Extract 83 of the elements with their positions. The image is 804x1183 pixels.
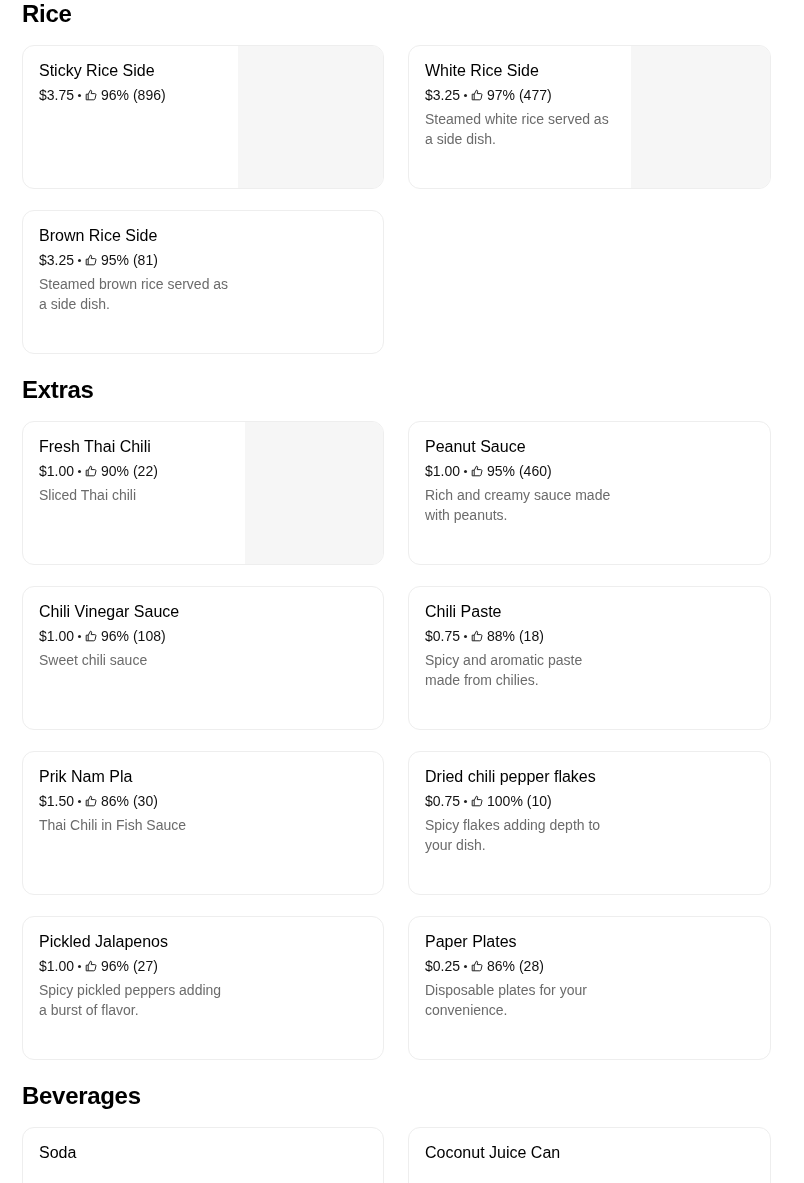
separator-dot [464, 634, 468, 638]
rating-text: 86% (30) [101, 792, 158, 811]
menu-item-card[interactable]: Coconut Juice Can [408, 1127, 771, 1183]
item-price: $0.75 [425, 792, 461, 811]
separator-dot [464, 964, 468, 968]
menu-item-card[interactable]: Chili Vinegar Sauce $1.00 96% (108) Sweet chili sauce [22, 586, 384, 730]
item-name: Pickled Jalapenos [39, 932, 169, 952]
separator-dot [78, 258, 82, 262]
item-price: $1.00 [39, 957, 75, 976]
item-name: Sticky Rice Side [39, 61, 156, 81]
thumbs-up-icon [471, 630, 484, 642]
separator-dot [464, 469, 468, 473]
separator-dot [78, 93, 82, 97]
thumbs-up-icon [471, 960, 484, 972]
menu-item-card[interactable]: Dried chili pepper flakes $0.75 100% (10) Spicy flakes adding depth to your dish. [408, 751, 771, 895]
rating-text: 96% (896) [101, 86, 166, 105]
menu-item-card[interactable]: Pickled Jalapenos $1.00 96% (27) Spicy pickled peppers adding a burst of flavor. [22, 916, 384, 1060]
menu-item-card[interactable]: Chili Paste $0.75 88% (18) Spicy and aromatic paste made from chilies. [408, 586, 771, 730]
item-description: Steamed white rice served as a side dish. [425, 110, 610, 149]
item-description: Thai Chili in Fish Sauce [39, 816, 188, 835]
item-name: Chili Vinegar Sauce [39, 602, 181, 622]
menu-item-card[interactable]: Peanut Sauce $1.00 95% (460) Rich and creamy sauce made with peanuts. [408, 421, 771, 565]
item-name: Coconut Juice Can [425, 1143, 562, 1163]
thumbs-up-icon [471, 465, 484, 477]
item-price: $3.75 [39, 86, 75, 105]
thumbs-up-icon [85, 795, 98, 807]
item-description: Spicy flakes adding depth to your dish. [425, 816, 602, 855]
rating-text: 95% (81) [101, 251, 158, 270]
thumbs-up-icon [85, 465, 98, 477]
menu-item-card[interactable]: White Rice Side $3.25 97% (477) Steamed white rice served as a side dish. [408, 45, 771, 189]
thumbs-up-icon [85, 254, 98, 266]
rating-text: 100% (10) [487, 792, 552, 811]
item-description: Sliced Thai chili [39, 486, 137, 505]
separator-dot [78, 964, 82, 968]
thumbs-up-icon [85, 960, 98, 972]
item-name: White Rice Side [425, 61, 540, 81]
menu-item-card[interactable]: Prik Nam Pla $1.50 86% (30) Thai Chili in Fish Sauce [22, 751, 384, 895]
item-price: $0.75 [425, 627, 461, 646]
item-name: Brown Rice Side [39, 226, 159, 246]
thumbs-up-icon [85, 630, 98, 642]
item-price: $1.00 [425, 462, 461, 481]
menu-item-card[interactable]: Paper Plates $0.25 86% (28) Disposable plates for your convenience. [408, 916, 771, 1060]
rating-text: 95% (460) [487, 462, 552, 481]
thumbs-up-icon [85, 89, 98, 101]
menu-item-card[interactable]: Sticky Rice Side $3.75 96% (896) [22, 45, 384, 189]
item-description: Steamed brown rice served as a side dish. [39, 275, 229, 314]
menu-item-card[interactable]: Brown Rice Side $3.25 95% (81) Steamed brown rice served as a side dish. [22, 210, 384, 354]
item-price: $1.50 [39, 792, 75, 811]
item-name: Dried chili pepper flakes [425, 767, 597, 787]
item-description: Spicy pickled peppers adding a burst of flavor. [39, 981, 223, 1020]
item-price: $3.25 [39, 251, 75, 270]
item-name: Paper Plates [425, 932, 518, 952]
item-name: Chili Paste [425, 602, 503, 622]
rating-text: 96% (108) [101, 627, 166, 646]
rating-text: 86% (28) [487, 957, 544, 976]
item-name: Fresh Thai Chili [39, 437, 152, 457]
section-heading: Beverages [22, 1082, 142, 1110]
item-name: Peanut Sauce [425, 437, 527, 457]
separator-dot [464, 93, 468, 97]
thumbs-up-icon [471, 795, 484, 807]
item-name: Soda [39, 1143, 78, 1163]
item-price: $0.25 [425, 957, 461, 976]
rating-text: 97% (477) [487, 86, 552, 105]
item-description: Spicy and aromatic paste made from chilies. [425, 651, 584, 690]
separator-dot [78, 469, 82, 473]
item-description: Rich and creamy sauce made with peanuts. [425, 486, 612, 525]
item-description: Disposable plates for your convenience. [425, 981, 588, 1020]
item-price: $3.25 [425, 86, 461, 105]
item-name: Prik Nam Pla [39, 767, 134, 787]
separator-dot [78, 634, 82, 638]
rating-text: 88% (18) [487, 627, 544, 646]
item-description: Sweet chili sauce [39, 651, 149, 670]
rating-text: 90% (22) [101, 462, 158, 481]
section-heading: Rice [22, 0, 73, 28]
item-price: $1.00 [39, 462, 75, 481]
menu-item-card[interactable]: Soda [22, 1127, 384, 1183]
item-price: $1.00 [39, 627, 75, 646]
section-heading: Extras [22, 376, 95, 404]
separator-dot [464, 799, 468, 803]
rating-text: 96% (27) [101, 957, 158, 976]
thumbs-up-icon [471, 89, 484, 101]
separator-dot [78, 799, 82, 803]
menu-item-card[interactable]: Fresh Thai Chili $1.00 90% (22) Sliced Thai chili [22, 421, 384, 565]
